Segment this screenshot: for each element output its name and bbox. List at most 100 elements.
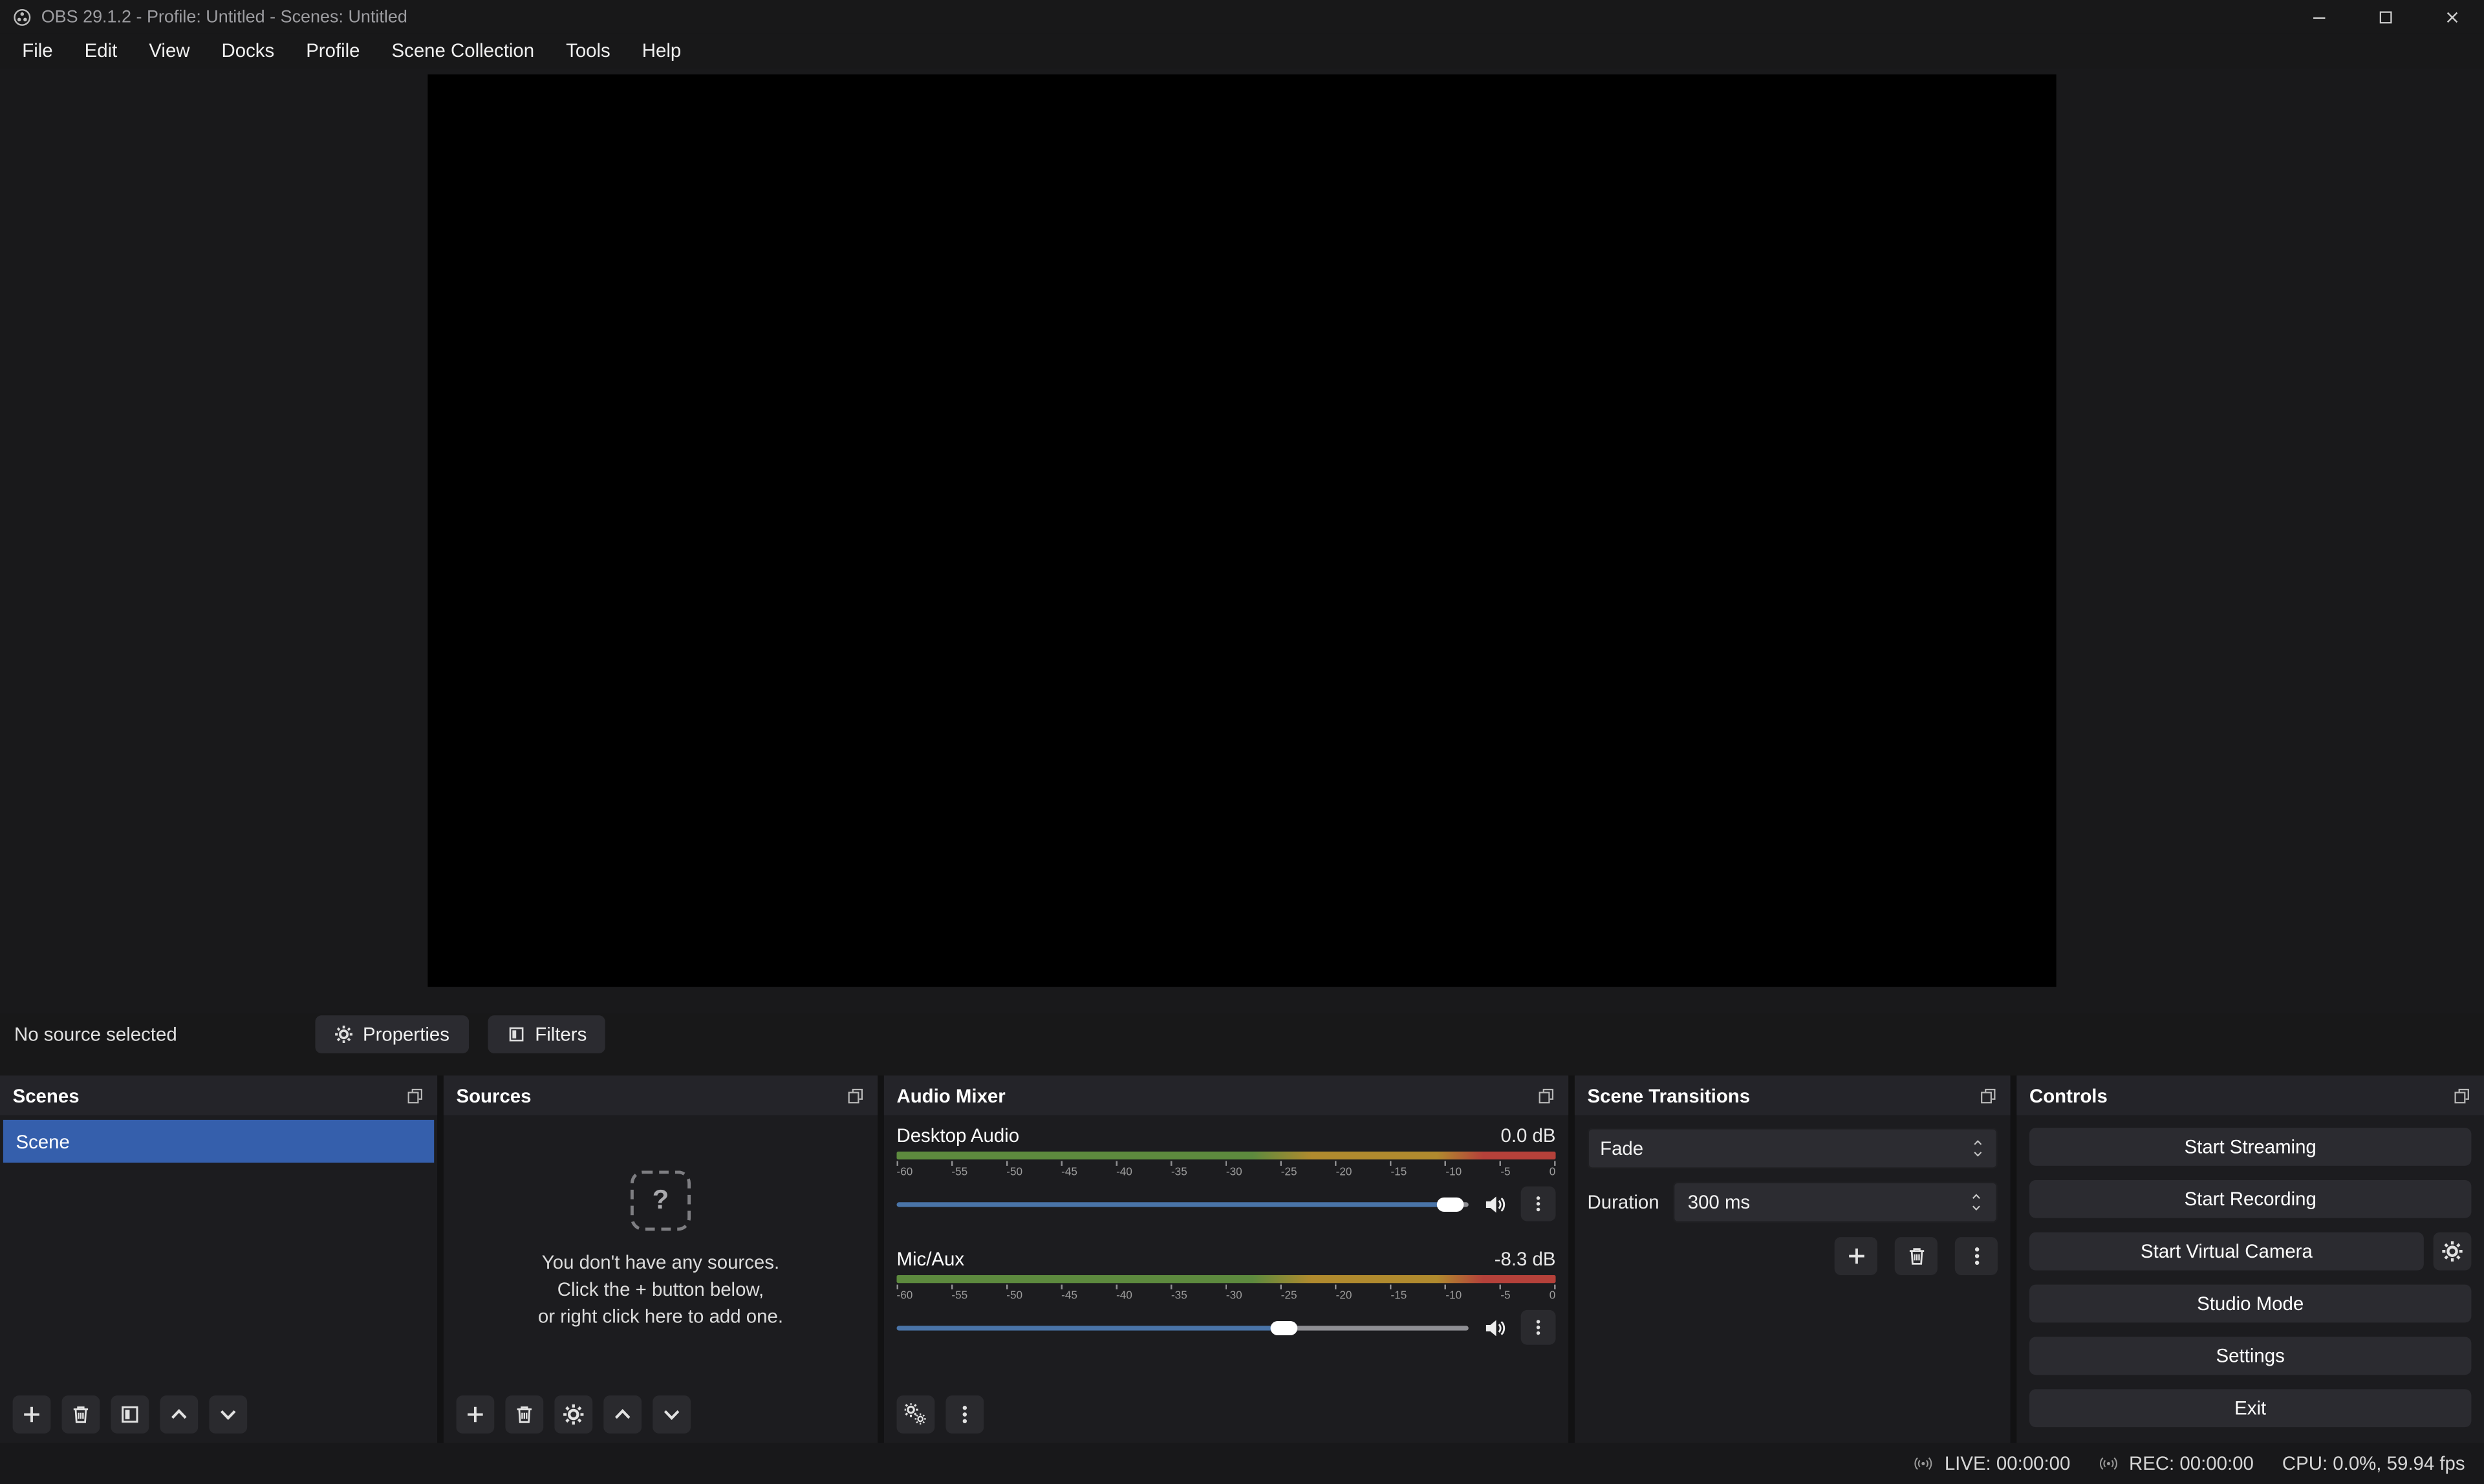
db-scale-label: -30	[1226, 1291, 1242, 1302]
channel-menu-button[interactable]	[1521, 1310, 1556, 1345]
menu-view[interactable]: View	[133, 36, 206, 65]
audio-mixer-panel: Audio Mixer Desktop Audio 0.0 dB -60-55-…	[884, 1075, 1568, 1443]
dock-popout-icon[interactable]	[1979, 1086, 1998, 1104]
db-scale-label: -45	[1061, 1291, 1077, 1302]
db-scale-label: -35	[1171, 1291, 1187, 1302]
sources-panel: Sources ? You don't have any sources. Cl…	[444, 1075, 878, 1443]
slider-track-filled	[896, 1325, 1285, 1329]
transition-select[interactable]: Fade	[1588, 1128, 1998, 1169]
scene-list-item[interactable]: Scene	[3, 1120, 434, 1163]
sources-panel-title: Sources	[456, 1084, 531, 1106]
empty-text-line: Click the + button below,	[557, 1277, 764, 1304]
volume-slider-handle[interactable]	[1437, 1197, 1464, 1211]
db-scale-label: -5	[1500, 1291, 1510, 1302]
live-status: LIVE: 00:00:00	[1914, 1452, 2070, 1474]
scenes-panel: Scenes Scene	[0, 1075, 437, 1443]
mixer-panel-title: Audio Mixer	[896, 1084, 1005, 1106]
minimize-button[interactable]	[2310, 7, 2329, 26]
move-source-up-button[interactable]	[603, 1395, 642, 1434]
duration-increase-button[interactable]	[1969, 1191, 1983, 1202]
add-transition-button[interactable]	[1835, 1237, 1877, 1275]
maximize-button[interactable]	[2376, 7, 2395, 26]
exit-button[interactable]: Exit	[2029, 1389, 2471, 1427]
close-button[interactable]	[2443, 7, 2461, 26]
remove-scene-button[interactable]	[62, 1395, 100, 1434]
titlebar: OBS 29.1.2 - Profile: Untitled - Scenes:…	[0, 0, 2484, 33]
transitions-toolbar	[1588, 1237, 1998, 1275]
start-recording-button[interactable]: Start Recording	[2029, 1180, 2471, 1218]
remove-transition-button[interactable]	[1895, 1237, 1938, 1275]
volume-meter	[896, 1152, 1555, 1159]
menu-edit[interactable]: Edit	[69, 36, 133, 65]
channel-name: Desktop Audio	[896, 1124, 1019, 1146]
menu-file[interactable]: File	[6, 36, 69, 65]
filters-button[interactable]: Filters	[488, 1015, 606, 1053]
remove-source-button[interactable]	[505, 1395, 543, 1434]
settings-button[interactable]: Settings	[2029, 1337, 2471, 1375]
scene-transitions-panel: Scene Transitions Fade Duration 300 ms	[1575, 1075, 2011, 1443]
mute-button[interactable]	[1483, 1192, 1507, 1216]
mixer-channel-desktop-audio: Desktop Audio 0.0 dB -60-55-50-45-40-35-…	[896, 1124, 1555, 1221]
mute-button[interactable]	[1483, 1315, 1507, 1339]
move-source-down-button[interactable]	[653, 1395, 691, 1434]
empty-text-line: or right click here to add one.	[538, 1304, 783, 1330]
db-scale-label: -25	[1281, 1167, 1297, 1178]
menu-tools[interactable]: Tools	[550, 36, 627, 65]
db-scale-label: -40	[1116, 1291, 1132, 1302]
rec-signal-icon	[2099, 1454, 2117, 1473]
db-scale-label: -10	[1445, 1167, 1462, 1178]
volume-slider-handle[interactable]	[1271, 1320, 1299, 1335]
source-status-label: No source selected	[14, 1023, 296, 1045]
channel-menu-button[interactable]	[1521, 1187, 1556, 1221]
mixer-panel-header: Audio Mixer	[884, 1075, 1568, 1115]
preview-area	[0, 68, 2484, 1013]
start-streaming-button[interactable]: Start Streaming	[2029, 1128, 2471, 1166]
rec-time: REC: 00:00:00	[2129, 1452, 2254, 1474]
mixer-menu-button[interactable]	[945, 1395, 984, 1434]
menu-help[interactable]: Help	[626, 36, 697, 65]
start-virtual-camera-button[interactable]: Start Virtual Camera	[2029, 1232, 2424, 1271]
volume-meter	[896, 1275, 1555, 1283]
dock-popout-icon[interactable]	[405, 1086, 424, 1104]
dock-popout-icon[interactable]	[2452, 1086, 2471, 1104]
advanced-audio-button[interactable]	[896, 1395, 934, 1434]
virtual-camera-settings-button[interactable]	[2434, 1232, 2472, 1271]
db-scale-label: -10	[1445, 1291, 1462, 1302]
volume-slider[interactable]	[896, 1197, 1468, 1211]
scenes-panel-header: Scenes	[0, 1075, 437, 1115]
menu-scene-collection[interactable]: Scene Collection	[376, 36, 550, 65]
dock-popout-icon[interactable]	[1537, 1086, 1555, 1104]
move-scene-up-button[interactable]	[160, 1395, 198, 1434]
move-scene-down-button[interactable]	[209, 1395, 247, 1434]
add-source-button[interactable]	[456, 1395, 494, 1434]
dock-popout-icon[interactable]	[846, 1086, 865, 1104]
properties-button[interactable]: Properties	[315, 1015, 468, 1053]
db-scale-label: -15	[1391, 1167, 1407, 1178]
channel-level-db: 0.0 dB	[1501, 1124, 1556, 1146]
preview-canvas[interactable]	[427, 74, 2056, 987]
db-scale-label: -20	[1336, 1167, 1352, 1178]
studio-mode-button[interactable]: Studio Mode	[2029, 1285, 2471, 1323]
window-title: OBS 29.1.2 - Profile: Untitled - Scenes:…	[41, 7, 407, 26]
volume-slider[interactable]	[896, 1320, 1468, 1335]
menu-docks[interactable]: Docks	[206, 36, 290, 65]
duration-spinbox[interactable]: 300 ms	[1674, 1181, 1998, 1223]
filter-icon	[506, 1025, 525, 1044]
db-scale-label: -15	[1391, 1291, 1407, 1302]
channel-name: Mic/Aux	[896, 1248, 964, 1270]
db-scale-label: -20	[1336, 1291, 1352, 1302]
transition-menu-button[interactable]	[1955, 1237, 1998, 1275]
sources-empty-state[interactable]: ? You don't have any sources. Click the …	[444, 1115, 878, 1386]
scene-filters-button[interactable]	[111, 1395, 149, 1434]
db-scale-label: 0	[1550, 1167, 1556, 1178]
controls-panel: Controls Start Streaming Start Recording…	[2016, 1075, 2484, 1443]
duration-label: Duration	[1588, 1191, 1659, 1213]
source-properties-button[interactable]	[554, 1395, 592, 1434]
duration-decrease-button[interactable]	[1969, 1202, 1983, 1213]
question-mark-icon: ?	[631, 1171, 691, 1231]
stream-signal-icon	[1914, 1454, 1933, 1473]
menu-profile[interactable]: Profile	[290, 36, 376, 65]
db-scale-label: 0	[1550, 1291, 1556, 1302]
scenes-toolbar	[0, 1386, 437, 1443]
add-scene-button[interactable]	[13, 1395, 51, 1434]
